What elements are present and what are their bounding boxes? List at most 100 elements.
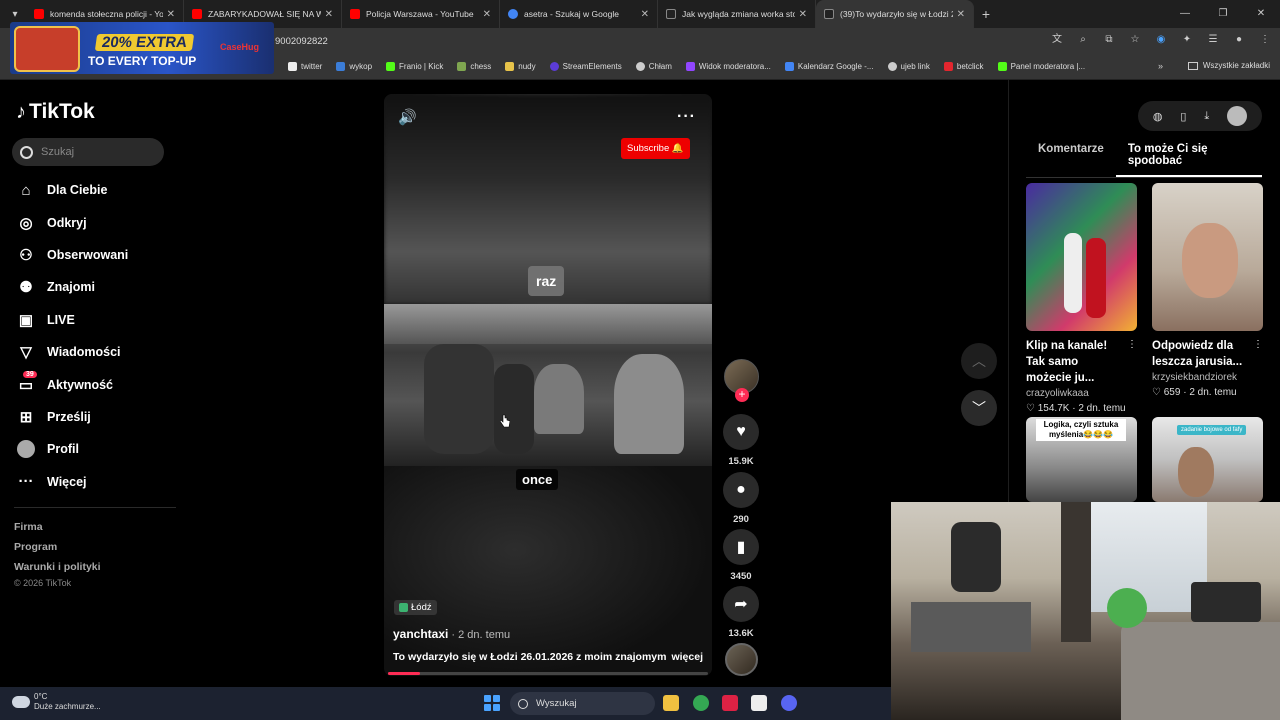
profile-avatar-icon[interactable]: ● bbox=[1232, 33, 1246, 47]
install-app-icon[interactable]: ⧉ bbox=[1102, 33, 1116, 47]
taskbar-search[interactable]: Wyszukaj bbox=[510, 692, 655, 715]
menu-icon[interactable]: ⋮ bbox=[1258, 33, 1272, 47]
bookmark-item[interactable]: Kalendarz Google -... bbox=[784, 62, 874, 71]
minimize-icon[interactable]: — bbox=[1166, 0, 1204, 28]
close-icon[interactable]: ✕ bbox=[799, 9, 807, 20]
bookmark-item[interactable]: wykop bbox=[336, 62, 372, 71]
browser-tab-active[interactable]: (39)To wydarzyło się w Łodzi 26 ✕ bbox=[816, 0, 974, 28]
bookmark-item[interactable]: Widok moderatora... bbox=[685, 62, 771, 71]
video-progress-bar[interactable] bbox=[388, 672, 708, 675]
bookmark-item[interactable]: Chłam bbox=[635, 62, 672, 71]
footer-link-program[interactable]: Program bbox=[14, 541, 57, 553]
like-button[interactable]: ♥ 15.9K bbox=[723, 414, 759, 467]
save-button[interactable]: ▮ 3450 bbox=[723, 529, 759, 582]
sidebar-item-profile[interactable]: Profil bbox=[16, 433, 128, 465]
weather-widget[interactable]: 0°C Duże zachmurze... bbox=[12, 692, 101, 712]
tab-comments[interactable]: Komentarze bbox=[1026, 143, 1116, 177]
translate-icon[interactable]: 文 bbox=[1050, 33, 1064, 47]
close-icon[interactable]: ✕ bbox=[325, 9, 333, 20]
sidebar-item-explore[interactable]: ◎ Odkryj bbox=[16, 206, 128, 238]
bookmark-item[interactable]: StreamElements bbox=[549, 62, 622, 71]
volume-icon[interactable]: 🔊 bbox=[398, 108, 417, 126]
bookmark-item[interactable]: chess bbox=[457, 62, 491, 71]
coins-icon[interactable]: ◍ bbox=[1153, 110, 1163, 123]
new-tab-button[interactable]: + bbox=[974, 6, 998, 22]
app-icon[interactable] bbox=[751, 695, 767, 711]
device-icon[interactable]: ▯ bbox=[1180, 110, 1186, 123]
more-vertical-icon[interactable]: ⋮ bbox=[1127, 339, 1137, 350]
extensions-puzzle-icon[interactable]: ✦ bbox=[1180, 33, 1194, 47]
previous-video-button[interactable]: ︿ bbox=[961, 343, 997, 379]
sidebar-item-following[interactable]: ⚇ Obserwowani bbox=[16, 239, 128, 271]
card-title[interactable]: Klip na kanale! Tak samo możecie ju... bbox=[1026, 338, 1126, 386]
share-button[interactable]: ➦ 13.6K bbox=[723, 586, 759, 639]
bookmark-item[interactable]: Panel moderatora |... bbox=[997, 62, 1085, 71]
recommended-video-card[interactable]: Klip na kanale! Tak samo możecie ju... ⋮… bbox=[1026, 183, 1137, 414]
recommended-video-card[interactable]: Logika, czyli sztuka myślenia😂😂😂 bbox=[1026, 417, 1137, 502]
video-thumbnail[interactable]: zadanie bojowe od fafy bbox=[1152, 417, 1263, 502]
browser-tab[interactable]: Policja Warszawa - YouTube ✕ bbox=[342, 0, 500, 28]
next-video-button[interactable]: ﹀ bbox=[961, 390, 997, 426]
download-icon[interactable]: ⤓ bbox=[1204, 110, 1209, 123]
bookmark-item[interactable]: ujeb link bbox=[887, 62, 930, 71]
extension-icon[interactable]: ◉ bbox=[1154, 33, 1168, 47]
video-author[interactable]: yanchtaxi · 2 dn. temu bbox=[393, 627, 510, 641]
browser-tab[interactable]: Jak wygląda zmiana worka stom ✕ bbox=[658, 0, 816, 28]
more-vertical-icon[interactable]: ⋮ bbox=[1253, 339, 1263, 350]
zoom-icon[interactable]: ⌕ bbox=[1076, 33, 1090, 47]
card-author[interactable]: krzysiekbandziorek bbox=[1152, 372, 1263, 383]
chevron-right-icon[interactable]: » bbox=[1158, 61, 1163, 71]
more-options-icon[interactable]: ··· bbox=[677, 108, 696, 126]
tiktok-logo[interactable]: ♪ TikTok bbox=[16, 100, 95, 124]
tab-recommended[interactable]: To może Ci się spodobać bbox=[1115, 143, 1262, 177]
sidebar-item-more[interactable]: ··· Więcej bbox=[16, 466, 128, 498]
recommended-video-card[interactable]: Odpowiedz dla leszcza jarusia... ⋮ krzys… bbox=[1152, 183, 1263, 398]
close-window-icon[interactable]: ✕ bbox=[1242, 0, 1280, 28]
sidebar-item-live[interactable]: ▣ LIVE bbox=[16, 304, 128, 336]
close-icon[interactable]: ✕ bbox=[641, 9, 649, 20]
location-tag[interactable]: Łódź bbox=[394, 600, 437, 615]
video-thumbnail[interactable] bbox=[1026, 183, 1137, 331]
bookmark-star-icon[interactable]: ☆ bbox=[1128, 33, 1142, 47]
sidebar-item-for-you[interactable]: ⌂ Dla Ciebie bbox=[16, 174, 128, 206]
more-link[interactable]: więcej bbox=[671, 651, 703, 663]
browser-tab[interactable]: asetra - Szukaj w Google ✕ bbox=[500, 0, 658, 28]
compass-icon: ◎ bbox=[19, 214, 33, 232]
footer-link-terms[interactable]: Warunki i polityki bbox=[14, 561, 101, 573]
avatar[interactable] bbox=[1227, 106, 1248, 126]
card-author[interactable]: crazyoliwkaaa bbox=[1026, 388, 1137, 399]
url-field[interactable]: 9002092822 bbox=[275, 36, 328, 47]
sidebar-item-friends[interactable]: ⚉ Znajomi bbox=[16, 271, 128, 303]
follow-plus-icon[interactable]: + bbox=[735, 388, 749, 402]
bookmark-item[interactable]: twitter bbox=[288, 62, 322, 71]
video-thumbnail[interactable]: Logika, czyli sztuka myślenia😂😂😂 bbox=[1026, 417, 1137, 502]
all-bookmarks-folder[interactable]: Wszystkie zakładki bbox=[1187, 61, 1270, 70]
reading-list-icon[interactable]: ☰ bbox=[1206, 33, 1220, 47]
video-player[interactable]: 🔊 ··· Subscribe 🔔 raz once Łódź yanchtax… bbox=[384, 94, 712, 676]
search-input[interactable]: Szukaj bbox=[12, 138, 164, 166]
ad-banner[interactable]: 20% EXTRA TO EVERY TOP-UP CaseHug bbox=[10, 22, 274, 74]
video-thumbnail[interactable] bbox=[1152, 183, 1263, 331]
close-icon[interactable]: ✕ bbox=[957, 9, 965, 20]
maximize-icon[interactable]: ❐ bbox=[1204, 0, 1242, 28]
close-icon[interactable]: ✕ bbox=[483, 9, 491, 20]
bookmark-item[interactable]: Franio | Kick bbox=[386, 62, 443, 71]
logo-text: TikTok bbox=[29, 100, 95, 123]
sidebar-item-upload[interactable]: ⊞ Prześlij bbox=[16, 401, 128, 433]
bookmark-item[interactable]: nudy bbox=[505, 62, 536, 71]
sidebar-item-activity[interactable]: ▭ 39 Aktywność bbox=[16, 368, 128, 400]
app-icon[interactable] bbox=[722, 695, 738, 711]
recommended-video-card[interactable]: zadanie bojowe od fafy bbox=[1152, 417, 1263, 502]
close-icon[interactable]: ✕ bbox=[167, 9, 175, 20]
bookmark-item[interactable]: betclick bbox=[943, 62, 984, 71]
comment-button[interactable]: ● 290 bbox=[723, 472, 759, 525]
music-disc-avatar[interactable] bbox=[725, 643, 758, 676]
card-title[interactable]: Odpowiedz dla leszcza jarusia... bbox=[1152, 338, 1252, 370]
windows-start-icon[interactable] bbox=[484, 695, 500, 711]
discord-icon[interactable] bbox=[781, 695, 797, 711]
file-explorer-icon[interactable] bbox=[663, 695, 679, 711]
chrome-icon[interactable] bbox=[693, 695, 709, 711]
sidebar-item-messages[interactable]: ▽ Wiadomości bbox=[16, 336, 128, 368]
footer-link-company[interactable]: Firma bbox=[14, 521, 43, 533]
subscribe-button[interactable]: Subscribe 🔔 bbox=[621, 138, 690, 159]
